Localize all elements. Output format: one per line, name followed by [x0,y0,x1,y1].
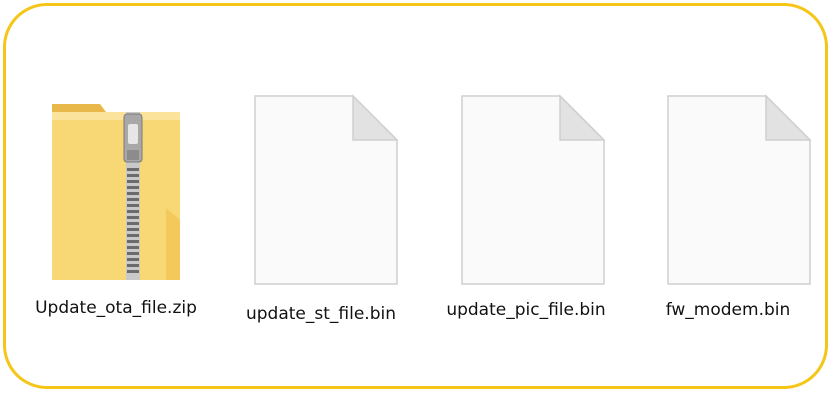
file-name-label: update_st_file.bin [245,304,396,324]
file-item-update-ota-zip[interactable]: Update_ota_file.zip [16,88,216,328]
file-item-update-pic-bin[interactable]: update_pic_file.bin [436,94,616,334]
blank-file-icon [253,94,399,286]
file-name-label: fw_modem.bin [665,300,791,320]
blank-file-icon [666,94,812,286]
file-name-label: Update_ota_file.zip [35,298,197,318]
blank-file-icon [460,94,606,286]
zip-folder-icon [48,98,188,283]
highlight-frame: Update_ota_file.zip update_st_file.bin u… [3,3,828,389]
file-name-label: update_pic_file.bin [446,300,606,320]
file-item-update-st-bin[interactable]: update_st_file.bin [231,94,411,334]
file-item-fw-modem-bin[interactable]: fw_modem.bin [638,94,818,334]
